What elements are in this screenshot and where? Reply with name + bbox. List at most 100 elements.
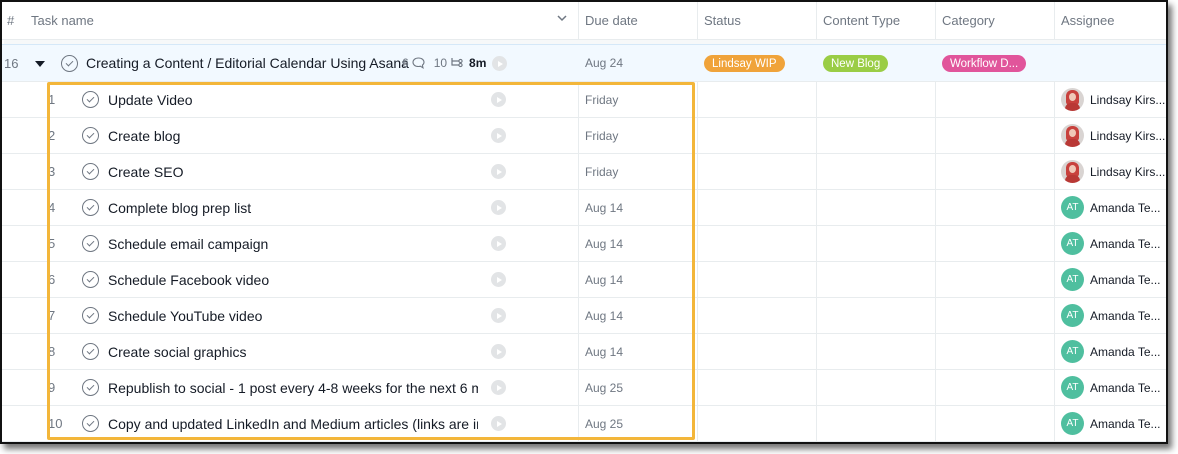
play-timer-icon[interactable] [491, 344, 506, 359]
header-task-name-label: Task name [31, 13, 94, 28]
assignee[interactable]: AT Amanda Te... [1061, 190, 1161, 225]
subtask-number: 5 [48, 236, 56, 251]
play-timer-icon[interactable] [491, 164, 506, 179]
due-date[interactable]: Friday [585, 118, 618, 153]
assignee[interactable]: Lindsay Kirs... [1061, 154, 1165, 189]
due-date[interactable]: Aug 25 [585, 406, 623, 441]
due-date[interactable]: Friday [585, 82, 618, 117]
due-date[interactable]: Aug 14 [585, 226, 623, 261]
header-content-type[interactable]: Content Type [823, 2, 900, 39]
complete-checkmark-icon[interactable] [82, 91, 99, 108]
due-date[interactable]: Aug 25 [585, 370, 623, 405]
due-date[interactable]: Aug 14 [585, 262, 623, 297]
subtask-number: 1 [48, 92, 56, 107]
subtask-row[interactable]: 8 Create social graphics Aug 14 AT Amand… [2, 334, 1166, 370]
play-timer-icon[interactable] [491, 92, 506, 107]
due-date[interactable]: Aug 14 [585, 334, 623, 369]
assignee[interactable]: AT Amanda Te... [1061, 406, 1161, 441]
header-assignee[interactable]: Assignee [1061, 2, 1114, 39]
assignee-name: Lindsay Kirs... [1090, 92, 1166, 107]
due-date[interactable]: Aug 14 [585, 190, 623, 225]
assignee[interactable]: AT Amanda Te... [1061, 370, 1161, 405]
due-date[interactable]: Aug 14 [585, 298, 623, 333]
play-timer-icon[interactable] [491, 128, 506, 143]
subtask-row[interactable]: 1 Update Video Friday Lindsay Kirs... [2, 82, 1166, 118]
subtask-name[interactable]: Create social graphics [108, 334, 478, 369]
subtask-number: 2 [48, 128, 56, 143]
play-timer-icon[interactable] [491, 200, 506, 215]
header-task-name[interactable]: Task name [31, 2, 577, 39]
due-date[interactable]: Friday [585, 154, 618, 189]
assignee[interactable]: AT Amanda Te... [1061, 262, 1161, 297]
comment-count: 6 [402, 56, 409, 70]
subtask-row[interactable]: 4 Complete blog prep list Aug 14 AT Aman… [2, 190, 1166, 226]
parent-task-name[interactable]: Creating a Content / Editorial Calendar … [86, 45, 409, 81]
avatar [1061, 124, 1084, 147]
avatar: AT [1061, 196, 1084, 219]
subtask-name[interactable]: Create blog [108, 118, 478, 153]
play-timer-icon[interactable] [491, 236, 506, 251]
header-category[interactable]: Category [942, 2, 995, 39]
subtask-name[interactable]: Republish to social - 1 post every 4-8 w… [108, 370, 478, 405]
assignee[interactable]: Lindsay Kirs... [1061, 118, 1165, 153]
complete-checkmark-icon[interactable] [82, 127, 99, 144]
subtask-name[interactable]: Schedule YouTube video [108, 298, 478, 333]
play-timer-icon[interactable] [492, 56, 507, 71]
subtask-row[interactable]: 10 Copy and updated LinkedIn and Medium … [2, 406, 1166, 442]
complete-checkmark-icon[interactable] [82, 343, 99, 360]
subtask-number: 7 [48, 308, 56, 323]
subtask-row[interactable]: 6 Schedule Facebook video Aug 14 AT Aman… [2, 262, 1166, 298]
due-date[interactable]: Aug 24 [585, 45, 623, 81]
comment-icon [412, 57, 425, 69]
subtask-number: 10 [48, 416, 63, 431]
avatar: AT [1061, 412, 1084, 435]
subtask-row[interactable]: 2 Create blog Friday Lindsay Kirs... [2, 118, 1166, 154]
subtask-count: 10 [433, 56, 448, 70]
category-badge[interactable]: Workflow D... [942, 55, 1027, 72]
time-tracked: 8m [469, 56, 487, 70]
header-due-date[interactable]: Due date [585, 2, 638, 39]
complete-checkmark-icon[interactable] [82, 415, 99, 432]
assignee-name: Amanda Te... [1090, 416, 1161, 431]
chevron-down-icon[interactable] [557, 15, 567, 22]
assignee-name: Amanda Te... [1090, 344, 1161, 359]
subtask-row[interactable]: 3 Create SEO Friday Lindsay Kirs... [2, 154, 1166, 190]
avatar [1061, 88, 1084, 111]
collapse-triangle-icon[interactable] [35, 61, 45, 67]
complete-checkmark-icon[interactable] [82, 235, 99, 252]
subtask-name[interactable]: Create SEO [108, 154, 478, 189]
subtask-name[interactable]: Complete blog prep list [108, 190, 478, 225]
status-badge[interactable]: Lindsay WIP [704, 55, 785, 72]
subtask-name[interactable]: Schedule email campaign [108, 226, 478, 261]
subtask-name[interactable]: Schedule Facebook video [108, 262, 478, 297]
complete-checkmark-icon[interactable] [82, 379, 99, 396]
parent-task-row[interactable]: 16 Creating a Content / Editorial Calend… [2, 44, 1166, 82]
complete-checkmark-icon[interactable] [82, 163, 99, 180]
play-timer-icon[interactable] [491, 416, 506, 431]
complete-checkmark-icon[interactable] [82, 307, 99, 324]
subtask-name[interactable]: Copy and updated LinkedIn and Medium art… [108, 406, 478, 441]
avatar: AT [1061, 268, 1084, 291]
play-timer-icon[interactable] [491, 380, 506, 395]
complete-checkmark-icon[interactable] [61, 55, 78, 72]
subtask-number: 9 [48, 380, 56, 395]
play-timer-icon[interactable] [491, 308, 506, 323]
subtask-icon [451, 58, 463, 68]
subtask-row[interactable]: 5 Schedule email campaign Aug 14 AT Aman… [2, 226, 1166, 262]
assignee[interactable]: Lindsay Kirs... [1061, 82, 1165, 117]
subtask-number: 4 [48, 200, 56, 215]
content-type-badge[interactable]: New Blog [823, 55, 889, 72]
assignee[interactable]: AT Amanda Te... [1061, 334, 1161, 369]
avatar: AT [1061, 340, 1084, 363]
subtask-row[interactable]: 7 Schedule YouTube video Aug 14 AT Amand… [2, 298, 1166, 334]
header-status[interactable]: Status [704, 2, 741, 39]
assignee[interactable]: AT Amanda Te... [1061, 298, 1161, 333]
assignee-name: Amanda Te... [1090, 272, 1161, 287]
play-timer-icon[interactable] [491, 272, 506, 287]
subtask-row[interactable]: 9 Republish to social - 1 post every 4-8… [2, 370, 1166, 406]
assignee[interactable]: AT Amanda Te... [1061, 226, 1161, 261]
subtask-name[interactable]: Update Video [108, 82, 478, 117]
subtask-number: 6 [48, 272, 56, 287]
complete-checkmark-icon[interactable] [82, 271, 99, 288]
complete-checkmark-icon[interactable] [82, 199, 99, 216]
